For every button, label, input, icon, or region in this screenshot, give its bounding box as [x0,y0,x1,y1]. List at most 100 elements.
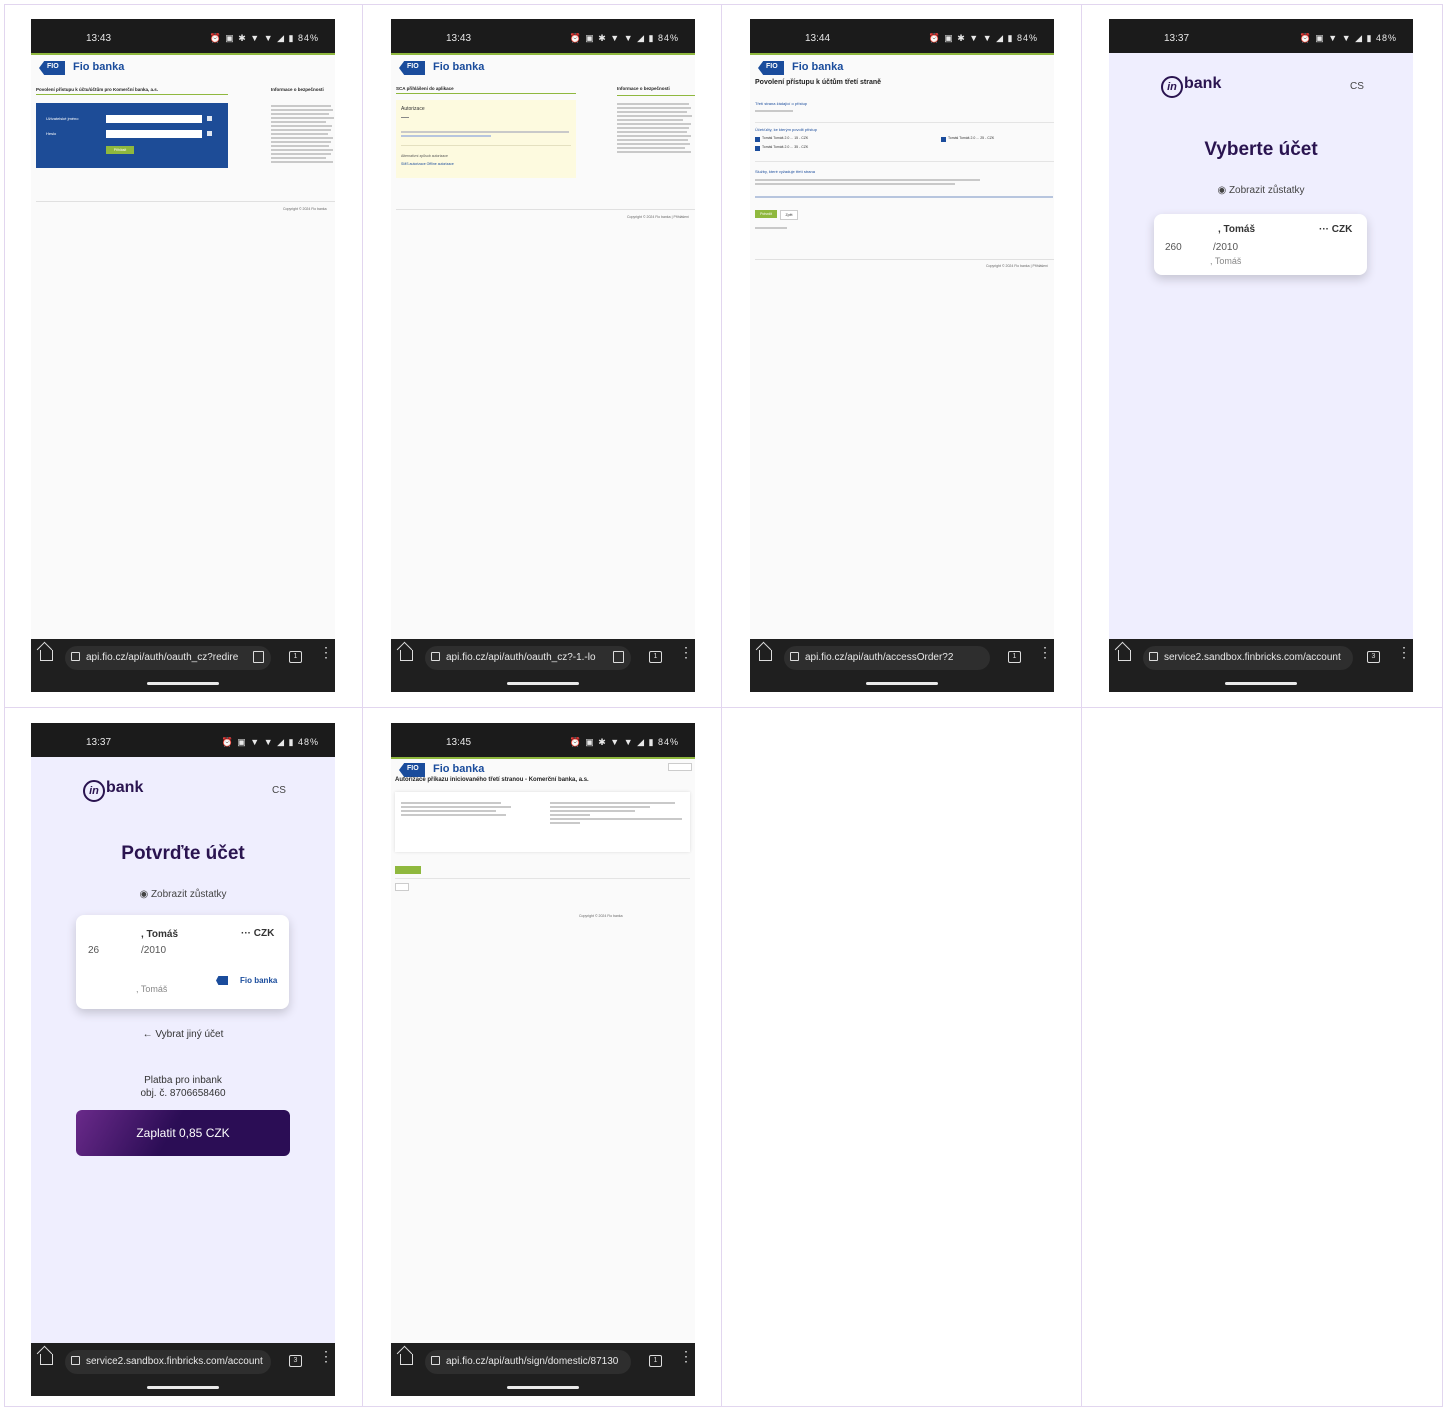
divider [755,161,1054,162]
grid-cell [721,707,1082,1407]
payment-recipient: Platba pro inbank [144,1075,222,1086]
lock-icon [431,1356,440,1365]
phone-screen-inbank-confirm: 13:37 ⏰ ▣ ▼ ▼ ◢ ▮ 48% in bank CS Potvrďte… [31,723,335,1396]
tabs-icon[interactable]: 1 [1008,651,1021,663]
bank-name: Fio banka [240,976,278,985]
checkbox[interactable] [755,146,760,151]
choose-other-account-link[interactable]: ← Vybrat jiný účet [31,1029,335,1040]
order-number: obj. č. 8706658460 [140,1088,226,1099]
account-currency: ··· CZK [241,928,275,939]
show-balance-toggle[interactable]: ◉ Zobrazit zůstatky [31,889,335,900]
lock-icon [790,652,799,661]
gesture-bar[interactable] [507,682,579,685]
eye-icon: ◉ [1217,185,1229,196]
copyright: Copyright © 2024 Fio banka | Přihlášení [986,264,1049,268]
url-bar[interactable]: service2.sandbox.finbricks.com/account [1143,646,1353,670]
tabs-icon[interactable]: 3 [1367,651,1380,663]
gesture-bar[interactable] [507,1386,579,1389]
authorization-box: Autorizace Alternativní způsob autorizac… [396,100,576,178]
fio-flag-icon [216,976,228,985]
battery-level: 48% [1375,33,1397,43]
bank-name: Fio banka [73,61,125,73]
home-icon[interactable] [759,650,772,661]
status-time: 13:37 [86,737,112,748]
home-icon[interactable] [400,1354,413,1365]
show-balance-toggle[interactable]: ◉ Zobrazit zůstatky [1109,185,1413,196]
checkbox[interactable] [755,137,760,142]
show-balance-label: Zobrazit zůstatky [150,889,227,900]
browser-toolbar: service2.sandbox.finbricks.com/account 3… [1109,639,1413,692]
selected-account-card: , Tomáš ··· CZK 26 /2010 , Tomáš Fio ban… [76,915,289,1009]
more-menu-icon[interactable]: ⋮ [679,645,693,659]
url-bar[interactable]: service2.sandbox.finbricks.com/account [65,1350,271,1374]
checkbox[interactable] [941,137,946,142]
lock-icon [71,652,80,661]
copyright: Copyright © 2024 Fio banka [283,207,327,211]
alternative-links[interactable]: SMS autorizace Offline autorizace [401,162,454,166]
status-icons: ⏰ ▣ ▼ ▼ ◢ ▮ [1299,33,1376,43]
browser-toolbar: service2.sandbox.finbricks.com/account 3… [31,1343,335,1396]
status-bar: 13:37 ⏰ ▣ ▼ ▼ ◢ ▮ 48% [1109,19,1413,53]
tabs-icon[interactable]: 1 [649,1355,662,1367]
url-bar[interactable]: api.fio.cz/api/auth/accessOrder?2 [784,646,990,670]
gesture-bar[interactable] [1225,682,1297,685]
gesture-bar[interactable] [866,682,938,685]
page-heading: Autorizace příkazu iniciovaného třetí st… [395,777,589,783]
status-bar: 13:43 ⏰ ▣ ✱ ▼ ▼ ◢ ▮ 84% [391,19,695,53]
authorize-button[interactable] [395,866,421,874]
pay-button[interactable]: Zaplatit 0,85 CZK [76,1110,290,1156]
confirm-button[interactable]: Potvrdit [755,210,777,218]
account-name: , Tomáš [1218,224,1256,235]
url-bar[interactable]: api.fio.cz/api/auth/oauth_cz?-1.-lo [425,646,631,670]
home-icon[interactable] [400,650,413,661]
tabs-icon[interactable]: 1 [649,651,662,663]
password-input[interactable] [106,130,202,138]
keyboard-icon[interactable] [207,116,212,121]
gesture-bar[interactable] [147,1386,219,1389]
language-switch[interactable]: CS [1350,81,1364,92]
status-bar: 13:45 ⏰ ▣ ✱ ▼ ▼ ◢ ▮ 84% [391,723,695,757]
username-input[interactable] [106,115,202,123]
more-menu-icon[interactable]: ⋮ [319,645,333,659]
tabs-icon[interactable]: 1 [289,651,302,663]
gesture-bar[interactable] [147,682,219,685]
home-icon[interactable] [40,1354,53,1365]
language-select[interactable] [668,763,692,771]
phone-screen-inbank-select: 13:37 ⏰ ▣ ▼ ▼ ◢ ▮ 48% in bank CS Vyberte … [1109,19,1413,692]
battery-level: 84% [657,737,679,747]
tabs-icon[interactable]: 3 [289,1355,302,1367]
grid-cell [1081,707,1443,1407]
url-text: api.fio.cz/api/auth/oauth_cz?-1.-lo [446,652,596,663]
reader-mode-icon[interactable] [253,651,264,663]
url-bar[interactable]: api.fio.cz/api/auth/oauth_cz?redire [65,646,271,670]
third-party-name [755,108,795,114]
keyboard-icon[interactable] [207,131,212,136]
more-menu-icon[interactable]: ⋮ [1397,645,1411,659]
account-owner: , Tomáš [1210,256,1242,266]
fio-flag-icon [39,61,65,75]
account-number: /2010 [141,945,167,956]
show-balance-label: Zobrazit zůstatky [1228,185,1305,196]
username-label: Uživatelské jméno [46,116,79,121]
more-menu-icon[interactable]: ⋮ [319,1349,333,1363]
home-icon[interactable] [1118,650,1131,661]
cancel-button[interactable]: Zpět [780,210,798,220]
fio-flag-icon [399,61,425,75]
reader-mode-icon[interactable] [613,651,624,663]
url-text: service2.sandbox.finbricks.com/account [86,1356,263,1367]
screenshot-grid: 13:43 ⏰ ▣ ✱ ▼ ▼ ◢ ▮ 84% Fio banka Povole… [0,0,1448,1407]
home-icon[interactable] [40,650,53,661]
phone-screen-fio-sca: 13:43 ⏰ ▣ ✱ ▼ ▼ ◢ ▮ 84% Fio banka SCA př… [391,19,695,692]
back-button[interactable] [395,883,409,891]
bank-name: Fio banka [433,763,485,775]
status-icons: ⏰ ▣ ✱ ▼ ▼ ◢ ▮ [569,33,658,43]
more-menu-icon[interactable]: ⋮ [679,1349,693,1363]
alternative-label: Alternativní způsob autorizace [401,154,448,158]
language-switch[interactable]: CS [272,785,286,796]
more-menu-icon[interactable]: ⋮ [1038,645,1052,659]
divider [755,122,1054,123]
url-bar[interactable]: api.fio.cz/api/auth/sign/domestic/87130 [425,1350,631,1374]
login-button[interactable]: Přihlásit [106,146,134,154]
lock-icon [71,1356,80,1365]
account-card[interactable]: , Tomáš ··· CZK 260 /2010 , Tomáš [1154,214,1367,275]
